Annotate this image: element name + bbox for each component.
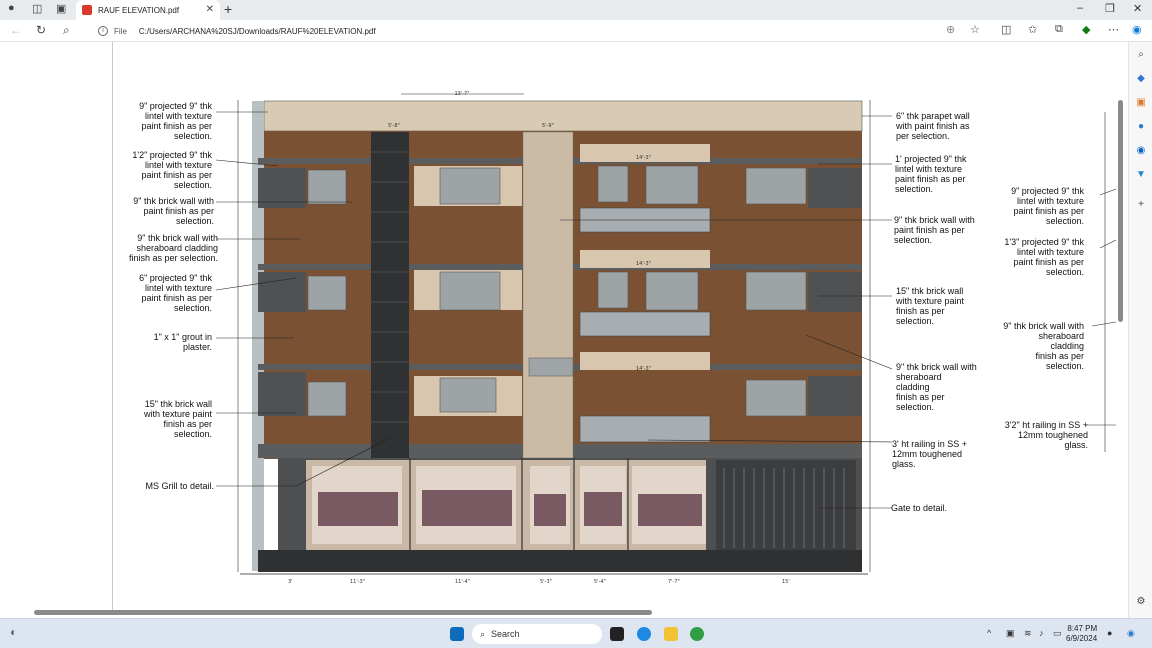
label-right-1: 6" thk parapet wall with paint finish as… xyxy=(896,111,970,141)
sidebar-tag-icon[interactable]: ◆ xyxy=(1134,72,1148,86)
label-left-3: 9" thk brick wall with paint finish as p… xyxy=(133,196,214,226)
clock-date: 6/9/2024 xyxy=(1066,634,1098,643)
favorite-star-icon[interactable]: ☆ xyxy=(970,23,980,36)
refresh-icon[interactable]: ↻ xyxy=(36,23,46,37)
title-bar: ● ◫ ▣ RAUF ELEVATION.pdf ✕ + – ❐ ✕ xyxy=(0,0,1152,20)
sidebar-drop-icon[interactable]: ▼ xyxy=(1134,168,1148,182)
copilot-icon[interactable]: ◉ xyxy=(1132,23,1142,36)
label-left-1: 9" projected 9" thk lintel with texture … xyxy=(139,101,212,141)
zoom-icon[interactable]: ⊕ xyxy=(946,23,955,36)
workspaces-icon[interactable]: ◫ xyxy=(32,2,42,15)
label-left-8: MS Grill to detail. xyxy=(145,481,214,491)
address-prefix: File xyxy=(114,26,127,36)
sidebar-add-icon[interactable]: + xyxy=(1134,198,1148,212)
label-far-right-3: 9" thk brick wall with sheraboard claddi… xyxy=(1003,321,1084,371)
taskbar-search-placeholder: Search xyxy=(491,629,520,639)
sidebar-tools-icon[interactable]: ▣ xyxy=(1134,96,1148,110)
dim-bottom-7: 15' xyxy=(782,579,790,585)
pdf-icon xyxy=(82,5,92,15)
close-tab-icon[interactable]: ✕ xyxy=(206,4,214,15)
sidebar-outlook-icon[interactable]: ◉ xyxy=(1134,144,1148,158)
label-far-right-1: 9" projected 9" thk lintel with texture … xyxy=(1011,186,1084,226)
horizontal-scrollbar[interactable] xyxy=(0,608,1117,616)
label-right-4: 15" thk brick wall with texture paint fi… xyxy=(896,286,965,326)
label-far-right-4: 3'2" ht railing in SS + 12mm toughened g… xyxy=(1004,420,1088,450)
label-left-5: 6" projected 9" thk lintel with texture … xyxy=(139,273,212,313)
back-icon[interactable]: ← xyxy=(10,23,22,37)
maximize-icon[interactable]: ❐ xyxy=(1105,2,1115,15)
dim-bottom-2: 11'-3" xyxy=(350,579,365,585)
split-screen-icon[interactable]: ◫ xyxy=(1001,23,1011,36)
start-icon[interactable] xyxy=(450,627,464,641)
taskbar-search-icon: ⌕ xyxy=(480,628,486,639)
label-left-7: 15" thk brick wall with texture paint fi… xyxy=(143,399,212,439)
notification-icon[interactable]: ● xyxy=(1107,628,1112,638)
tray-chevron-icon[interactable]: ^ xyxy=(987,628,991,638)
dim-parapet-a: 5'-8" xyxy=(388,123,400,129)
new-tab-icon[interactable]: + xyxy=(224,1,232,17)
label-right-5: 9" thk brick wall with sheraboard claddi… xyxy=(896,362,977,412)
label-left-4: 9" thk brick wall with sheraboard claddi… xyxy=(128,233,218,263)
address-url: C:/Users/ARCHANA%20SJ/Downloads/RAUF%20E… xyxy=(138,26,376,36)
chrome-icon[interactable] xyxy=(690,627,704,641)
volume-icon[interactable]: ♪ xyxy=(1039,628,1044,638)
edge-taskbar-icon[interactable] xyxy=(637,627,651,641)
label-right-7: Gate to detail. xyxy=(891,503,948,513)
minimize-icon[interactable]: – xyxy=(1077,2,1083,14)
dim-bottom-3: 11'-4" xyxy=(455,579,470,585)
taskview-icon[interactable] xyxy=(610,627,624,641)
bottom-dimensions: 3' 11'-3" 11'-4" 5'-3" 5'-4" 7'-7" 15' xyxy=(288,579,790,585)
dim-bottom-6: 7'-7" xyxy=(668,579,680,585)
vertical-scroll-thumb[interactable] xyxy=(1118,100,1123,322)
battery-icon[interactable]: ▭ xyxy=(1053,628,1062,639)
clothing-racks xyxy=(318,490,702,526)
label-right-2: 1' projected 9" thk lintel with texture … xyxy=(895,154,967,194)
browser-essentials-icon[interactable]: ◆ xyxy=(1082,23,1090,36)
taskbar-search[interactable]: ⌕ Search xyxy=(472,624,602,644)
search-icon[interactable]: ⌕ xyxy=(63,23,70,38)
dim-balcony-2: 14'-3" xyxy=(636,261,651,267)
label-right-6: 3' ht railing in SS + 12mm toughened gla… xyxy=(892,439,968,469)
tab-title: RAUF ELEVATION.pdf xyxy=(98,5,180,15)
widgets-icon[interactable]: ◐ xyxy=(10,625,17,639)
info-icon[interactable]: i xyxy=(98,26,108,36)
favorites-icon[interactable]: ✩ xyxy=(1028,23,1037,36)
edge-sidebar: ⌕ ◆ ▣ ● ◉ ▼ + ⚙ xyxy=(1128,42,1152,618)
label-left-2: 1'2" projected 9" thk lintel with textur… xyxy=(132,150,212,190)
close-window-icon[interactable]: ✕ xyxy=(1133,2,1142,15)
copilot-taskbar-icon[interactable]: ◉ xyxy=(1127,628,1135,639)
taskbar: ◐ ⌕ Search ^ ▣ ≋ ♪ ▭ 8:47 PM 6/9/2024 ● … xyxy=(0,618,1152,648)
file-explorer-icon[interactable] xyxy=(664,627,678,641)
dim-balcony-1: 14'-3" xyxy=(636,155,651,161)
sidebar-search-icon[interactable]: ⌕ xyxy=(1134,48,1148,62)
tray-app-icon[interactable]: ▣ xyxy=(1006,628,1015,639)
dim-balcony-3: 14'-3" xyxy=(636,366,651,372)
wifi-icon[interactable]: ≋ xyxy=(1024,628,1032,639)
dim-bottom-4: 5'-3" xyxy=(540,579,552,585)
label-left-6: 1" x 1" grout in plaster. xyxy=(153,332,212,352)
dim-bottom-5: 5'-4" xyxy=(594,579,606,585)
tab-pdf[interactable]: RAUF ELEVATION.pdf ✕ xyxy=(76,0,220,20)
dim-parapet-b: 5'-9" xyxy=(542,123,554,129)
tab-actions-icon[interactable]: ▣ xyxy=(56,2,66,15)
label-far-right-2: 1'3" projected 9" thk lintel with textur… xyxy=(1004,237,1084,277)
dim-bottom-1: 3' xyxy=(288,579,293,585)
dim-top: 13'-7" xyxy=(454,91,469,97)
vertical-scrollbar[interactable] xyxy=(1117,42,1125,610)
address-bar[interactable]: i File C:/Users/ARCHANA%20SJ/Downloads/R… xyxy=(88,22,993,40)
pdf-viewer[interactable]: 13'-7" 5'-8" 5'-9" 14'-3" 14'-3" 14'-3" … xyxy=(0,42,1128,610)
clock[interactable]: 8:47 PM 6/9/2024 xyxy=(1066,624,1097,644)
navigation-bar: ← ↻ ⌕ i File C:/Users/ARCHANA%20SJ/Downl… xyxy=(0,20,1152,42)
sidebar-games-icon[interactable]: ● xyxy=(1134,120,1148,134)
label-right-3: 9" thk brick wall with paint finish as p… xyxy=(894,215,975,245)
clock-time: 8:47 PM xyxy=(1067,624,1098,633)
horizontal-scroll-thumb[interactable] xyxy=(34,610,652,615)
profile-icon[interactable]: ● xyxy=(8,2,15,14)
sidebar-settings-icon[interactable]: ⚙ xyxy=(1134,595,1148,609)
collections-icon[interactable]: ⧉ xyxy=(1055,23,1063,36)
more-options-icon[interactable]: ⋯ xyxy=(1108,23,1119,36)
